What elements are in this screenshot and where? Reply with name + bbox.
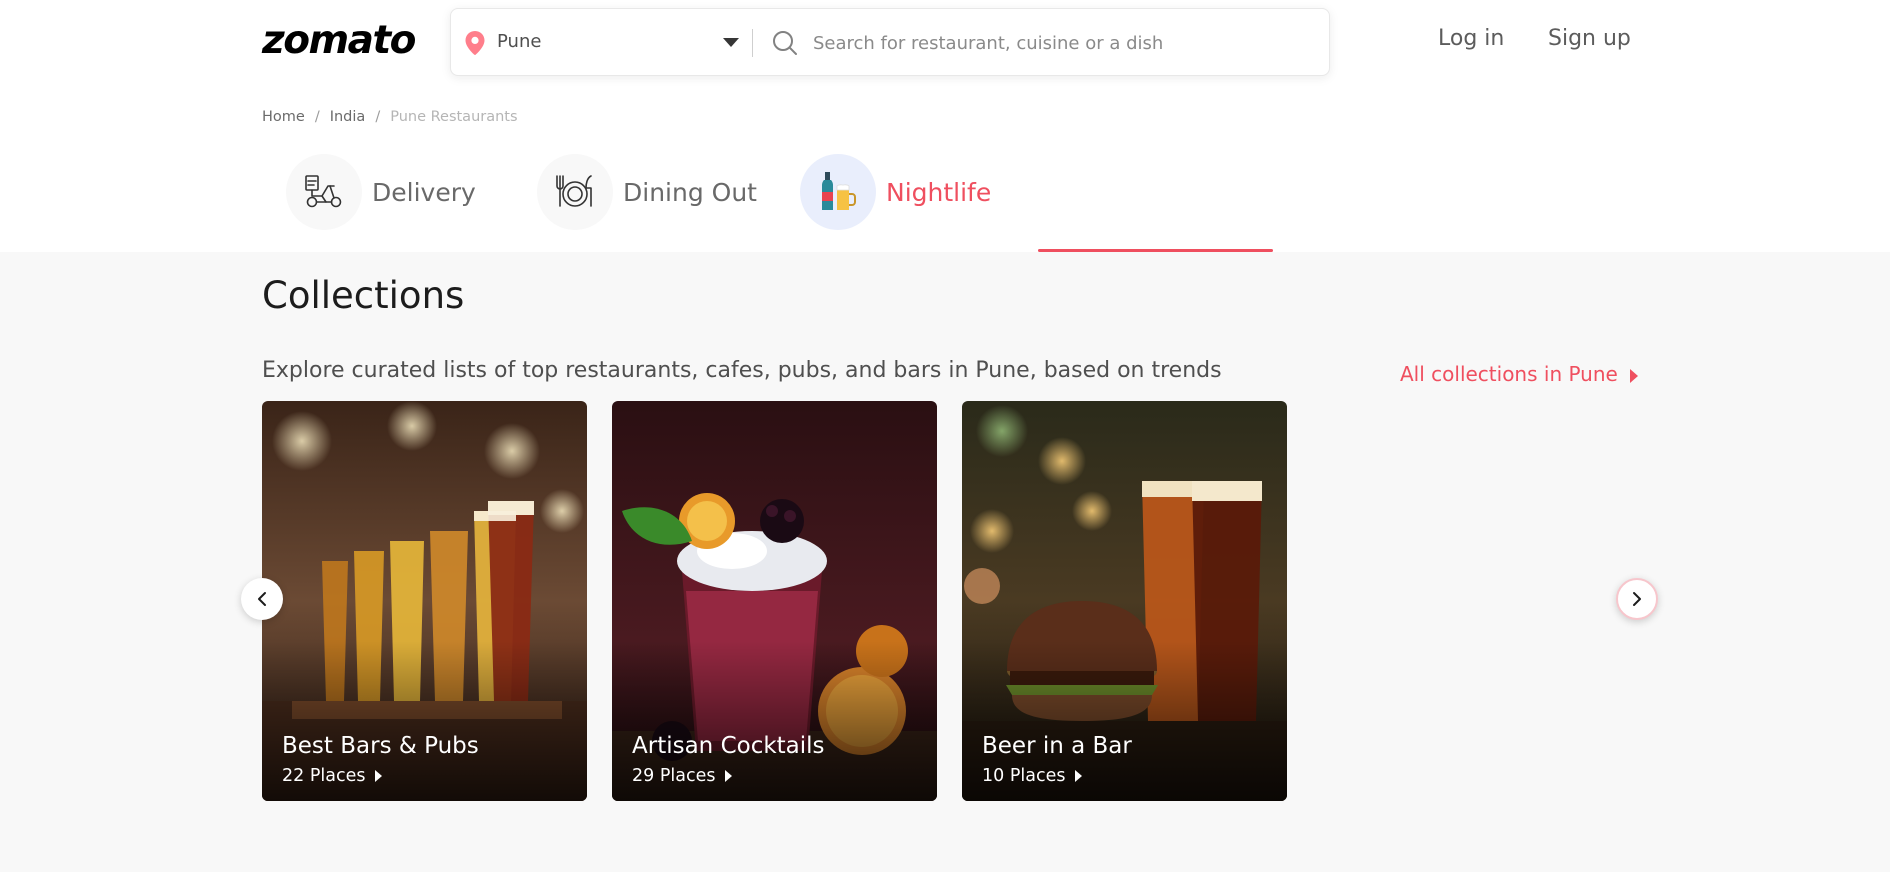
breadcrumb: Home / India / Pune Restaurants xyxy=(262,109,518,125)
plate-cutlery-icon xyxy=(537,154,613,230)
collection-card[interactable]: Beer in a Bar 10 Places xyxy=(962,401,1287,801)
places-count: 10 Places xyxy=(982,766,1066,786)
places-count: 29 Places xyxy=(632,766,716,786)
divider xyxy=(752,29,753,57)
caret-right-icon xyxy=(1629,368,1638,383)
section-title: Collections xyxy=(262,274,465,317)
breadcrumb-india[interactable]: India xyxy=(330,109,366,125)
card-title: Best Bars & Pubs xyxy=(282,733,479,759)
breadcrumb-separator: / xyxy=(375,109,381,125)
search-bar: Pune xyxy=(450,8,1330,76)
category-tabs: Delivery Dining Out Nightlife xyxy=(262,150,1622,252)
location-selector[interactable]: Pune xyxy=(497,31,541,52)
search-icon xyxy=(773,31,797,55)
top-header: zomato Pune Log in Sign up xyxy=(0,0,1890,84)
zomato-logo[interactable]: zomato xyxy=(262,18,416,63)
carousel-next-button[interactable] xyxy=(1616,578,1658,620)
chevron-right-icon xyxy=(1633,592,1641,606)
card-title: Beer in a Bar xyxy=(982,733,1132,759)
card-count: 29 Places xyxy=(632,766,733,786)
chevron-left-icon xyxy=(258,592,266,606)
search-input[interactable] xyxy=(813,23,1313,63)
location-pin-icon xyxy=(465,31,485,55)
card-count: 22 Places xyxy=(282,766,383,786)
places-count: 22 Places xyxy=(282,766,366,786)
bottle-beer-icon xyxy=(800,154,876,230)
caret-right-icon xyxy=(1075,770,1083,782)
signup-link[interactable]: Sign up xyxy=(1548,26,1631,51)
all-collections-label: All collections in Pune xyxy=(1400,362,1618,386)
login-link[interactable]: Log in xyxy=(1438,26,1504,51)
breadcrumb-home[interactable]: Home xyxy=(262,109,305,125)
carousel-prev-button[interactable] xyxy=(241,578,283,620)
tab-label: Delivery xyxy=(372,178,476,207)
card-count: 10 Places xyxy=(982,766,1083,786)
breadcrumb-separator: / xyxy=(314,109,320,125)
section-description: Explore curated lists of top restaurants… xyxy=(262,358,1222,383)
caret-right-icon xyxy=(375,770,383,782)
card-title: Artisan Cocktails xyxy=(632,733,825,759)
tab-label: Nightlife xyxy=(886,178,992,207)
caret-right-icon xyxy=(725,770,733,782)
breadcrumb-current: Pune Restaurants xyxy=(390,109,518,125)
collection-card[interactable]: Best Bars & Pubs 22 Places xyxy=(262,401,587,801)
chevron-down-icon[interactable] xyxy=(723,38,739,47)
collections-section: Collections Explore curated lists of top… xyxy=(0,252,1890,872)
scooter-icon xyxy=(286,154,362,230)
tab-label: Dining Out xyxy=(623,178,757,207)
all-collections-link[interactable]: All collections in Pune xyxy=(1400,362,1638,386)
collection-card[interactable]: Artisan Cocktails 29 Places xyxy=(612,401,937,801)
